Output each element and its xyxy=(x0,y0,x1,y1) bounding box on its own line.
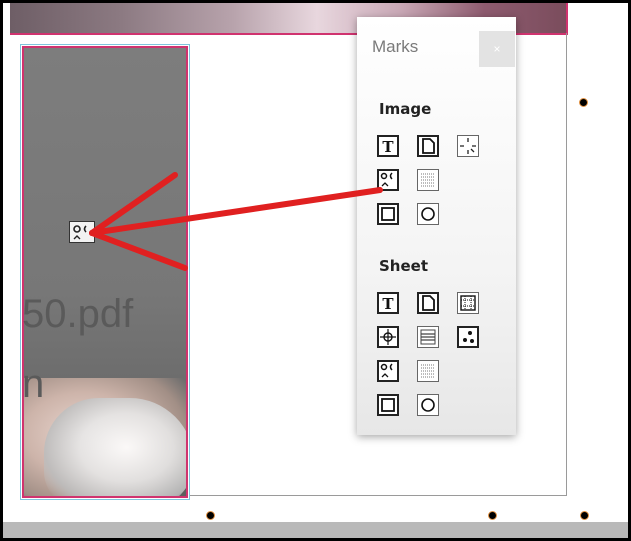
image-lines-mark-button[interactable] xyxy=(417,169,439,191)
svg-text:T: T xyxy=(382,295,394,312)
page-mark-icon xyxy=(422,138,435,154)
sheet-registration-mark-button[interactable] xyxy=(377,360,399,382)
text-mark-icon: T xyxy=(382,138,394,155)
circle-mark-icon xyxy=(421,207,435,221)
sheet-text-mark-button[interactable]: T xyxy=(377,292,399,314)
circle-mark-icon xyxy=(421,398,435,412)
mouse-photo-area xyxy=(44,398,186,496)
registration-face-icon xyxy=(73,225,87,240)
section-label-sheet: Sheet xyxy=(379,257,428,275)
image-text-mark-button[interactable]: T xyxy=(377,135,399,157)
image-page-mark-button[interactable] xyxy=(417,135,439,157)
placed-registration-mark[interactable] xyxy=(69,221,95,243)
bottom-scroll-strip[interactable] xyxy=(3,522,628,538)
sheet-lines-mark-button[interactable] xyxy=(417,360,439,382)
rectangle-mark-icon xyxy=(381,398,395,412)
lines-mark-icon xyxy=(421,364,435,378)
image-circle-mark-button[interactable] xyxy=(417,203,439,225)
dots-mark-icon xyxy=(463,331,474,343)
sheet-stripe-mark-button[interactable] xyxy=(417,326,439,348)
registration-face-icon xyxy=(380,172,393,187)
sheet-circle-mark-button[interactable] xyxy=(417,394,439,416)
crop-corners-icon xyxy=(460,138,476,154)
sheet-rectangle-mark-button[interactable] xyxy=(377,394,399,416)
marks-panel[interactable]: Marks × Image T Sheet T xyxy=(357,17,516,435)
filename-fragment: 50.pdf xyxy=(22,292,134,336)
close-icon: × xyxy=(493,42,501,56)
text-mark-icon: T xyxy=(382,295,394,312)
registration-face-icon xyxy=(380,363,393,378)
lines-mark-icon xyxy=(421,173,435,187)
crosshair-mark-icon xyxy=(380,329,396,345)
sheet-dots-mark-button[interactable] xyxy=(457,326,479,348)
image-registration-mark-button[interactable] xyxy=(377,169,399,191)
stripe-mark-icon xyxy=(420,329,436,345)
sheet-grid-mark-button[interactable] xyxy=(457,292,479,314)
anchor-handle[interactable] xyxy=(579,98,588,107)
page-mark-icon xyxy=(422,295,435,311)
anchor-handle[interactable] xyxy=(206,511,215,520)
image-rectangle-mark-button[interactable] xyxy=(377,203,399,225)
placed-pdf-image[interactable] xyxy=(22,46,188,498)
close-button[interactable]: × xyxy=(479,31,515,67)
svg-text:T: T xyxy=(382,138,394,155)
anchor-handle[interactable] xyxy=(580,511,589,520)
sheet-crosshair-mark-button[interactable] xyxy=(377,326,399,348)
anchor-handle[interactable] xyxy=(488,511,497,520)
partial-letter: n xyxy=(22,362,45,406)
grid-frame-icon xyxy=(460,295,476,311)
section-label-image: Image xyxy=(379,100,432,118)
rectangle-mark-icon xyxy=(381,207,395,221)
image-crop-mark-button[interactable] xyxy=(457,135,479,157)
sheet-page-mark-button[interactable] xyxy=(417,292,439,314)
panel-title: Marks xyxy=(372,37,419,56)
